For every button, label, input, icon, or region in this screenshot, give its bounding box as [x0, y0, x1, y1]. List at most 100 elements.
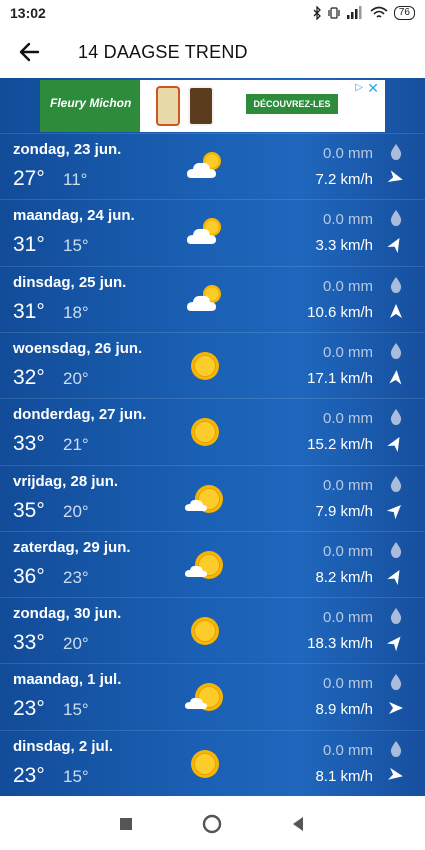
temp-low: 11° — [63, 170, 88, 189]
square-icon — [120, 818, 132, 830]
temp-high: 33° — [13, 432, 45, 456]
sun-small-cloud-icon — [183, 480, 227, 518]
precipitation: 0.0 mm — [322, 476, 373, 494]
circle-icon — [202, 814, 222, 834]
temp-low: 21° — [63, 435, 89, 455]
wind-direction-icon — [386, 636, 401, 652]
partly-cloudy-icon — [183, 281, 227, 319]
wind-speed: 18.3 km/h — [307, 635, 373, 653]
ad-banner[interactable]: Fleury Michon DÉCOUVREZ-LES ▷ ✕ — [40, 80, 385, 132]
day-row[interactable]: maandag, 1 jul. 23° 15° 0.0 mm 8.9 km/h — [0, 663, 425, 729]
day-row[interactable]: woensdag, 26 jun. 32° 20° 0.0 mm 17.1 km… — [0, 331, 425, 398]
home-button[interactable] — [202, 814, 222, 834]
precipitation: 0.0 mm — [322, 211, 373, 229]
temp-low: 20° — [63, 368, 89, 388]
temp-high: 27° — [13, 167, 45, 190]
back-nav-button[interactable] — [288, 814, 308, 834]
wind-speed: 3.3 km/h — [315, 237, 373, 255]
vibrate-icon — [328, 7, 340, 19]
status-icons: 76 — [312, 4, 415, 22]
bluetooth-icon — [313, 6, 321, 20]
wind-direction-icon — [390, 303, 402, 318]
temp-high: 33° — [13, 631, 45, 655]
wind-direction-icon — [387, 170, 403, 182]
ad-product-jar — [188, 86, 214, 126]
day-name: vrijdag, 28 jun. — [13, 472, 119, 490]
wind-speed: 7.9 km/h — [315, 502, 373, 520]
day-name: zaterdag, 29 jun. — [13, 538, 131, 556]
forecast-list[interactable]: Fleury Michon DÉCOUVREZ-LES ▷ ✕ zondag, … — [0, 78, 425, 796]
temp-low: 15° — [63, 766, 89, 786]
raindrop-icon — [390, 674, 402, 691]
wind-speed: 15.2 km/h — [307, 436, 373, 454]
back-button[interactable] — [14, 38, 46, 66]
temp-high: 31° — [13, 299, 45, 323]
wind-direction-icon — [389, 369, 402, 385]
sun-icon — [183, 347, 227, 385]
raindrop-icon — [390, 740, 402, 757]
ad-brand-panel: Fleury Michon — [40, 80, 140, 132]
day-name: dinsdag, 2 jul. — [13, 737, 114, 755]
temp-high: 23° — [13, 697, 45, 721]
temp-high: 36° — [13, 564, 45, 588]
triangle-back-icon — [293, 817, 303, 831]
precipitation: 0.0 mm — [322, 145, 373, 162]
temp-low: 15° — [63, 236, 89, 256]
precipitation: 0.0 mm — [322, 343, 373, 361]
temp-high: 31° — [13, 233, 45, 257]
temp-high: 23° — [13, 763, 45, 787]
day-row[interactable]: dinsdag, 25 jun. 31° 18° 0.0 mm 10.6 km/… — [0, 265, 425, 332]
day-name: woensdag, 26 jun. — [13, 339, 143, 357]
precipitation: 0.0 mm — [322, 410, 373, 428]
precipitation: 0.0 mm — [322, 542, 373, 560]
recents-button[interactable] — [116, 814, 136, 834]
wifi-icon — [370, 6, 388, 18]
sun-icon — [183, 612, 227, 650]
sun-icon — [183, 413, 227, 451]
day-row[interactable]: zondag, 30 jun. 33° 20° 0.0 mm 18.3 km/h — [0, 597, 425, 663]
raindrop-icon — [390, 144, 402, 160]
temp-low: 20° — [63, 634, 89, 654]
temp-high: 35° — [13, 498, 45, 522]
back-arrow-icon — [19, 42, 40, 62]
wind-speed: 8.1 km/h — [315, 767, 373, 785]
system-nav-bar — [0, 796, 425, 850]
sun-small-cloud-icon — [183, 546, 227, 584]
wind-direction-icon — [386, 504, 401, 519]
day-row[interactable]: donderdag, 27 jun. 33° 21° 0.0 mm 15.2 k… — [0, 398, 425, 464]
wind-direction-icon — [387, 569, 400, 585]
ad-cta-button[interactable]: DÉCOUVREZ-LES — [246, 94, 338, 114]
temp-high: 32° — [13, 365, 45, 389]
precipitation: 0.0 mm — [322, 277, 373, 295]
raindrop-icon — [390, 276, 402, 293]
raindrop-icon — [390, 541, 402, 558]
temp-low: 20° — [63, 501, 89, 521]
raindrop-icon — [390, 210, 402, 227]
day-row[interactable]: zaterdag, 29 jun. 36° 23° 0.0 mm 8.2 km/… — [0, 530, 425, 597]
wind-speed: 10.6 km/h — [307, 303, 373, 321]
raindrop-icon — [390, 342, 402, 359]
day-row[interactable]: zondag, 23 jun. 27° 11° 0.0 mm 7.2 km/h — [0, 133, 425, 199]
wind-speed: 7.2 km/h — [315, 171, 373, 188]
day-name: zondag, 30 jun. — [13, 605, 122, 623]
wind-speed: 8.9 km/h — [315, 701, 373, 719]
day-name: maandag, 1 jul. — [13, 671, 122, 689]
day-name: dinsdag, 25 jun. — [13, 273, 127, 291]
temp-low: 15° — [63, 700, 89, 720]
status-time: 13:02 — [10, 5, 46, 21]
day-name: donderdag, 27 jun. — [13, 406, 147, 424]
ad-close-icon[interactable]: ✕ — [367, 80, 379, 97]
wind-direction-icon — [389, 702, 403, 715]
day-row[interactable]: maandag, 24 jun. 31° 15° 0.0 mm 3.3 km/h — [0, 199, 425, 265]
partly-cloudy-icon — [183, 214, 227, 252]
wind-direction-icon — [387, 238, 400, 254]
precipitation: 0.0 mm — [322, 741, 373, 759]
precipitation: 0.0 mm — [322, 609, 373, 627]
day-row[interactable]: dinsdag, 2 jul. 23° 15° 0.0 mm 8.1 km/h — [0, 729, 425, 796]
ad-brand: Fleury Michon — [50, 96, 132, 110]
signal-icon — [346, 6, 362, 19]
ad-choices-icon[interactable]: ▷ — [355, 82, 363, 93]
day-row[interactable]: vrijdag, 28 jun. 35° 20° 0.0 mm 7.9 km/h — [0, 464, 425, 531]
wind-speed: 17.1 km/h — [307, 369, 373, 387]
page-title: 14 DAAGSE TREND — [78, 42, 248, 62]
